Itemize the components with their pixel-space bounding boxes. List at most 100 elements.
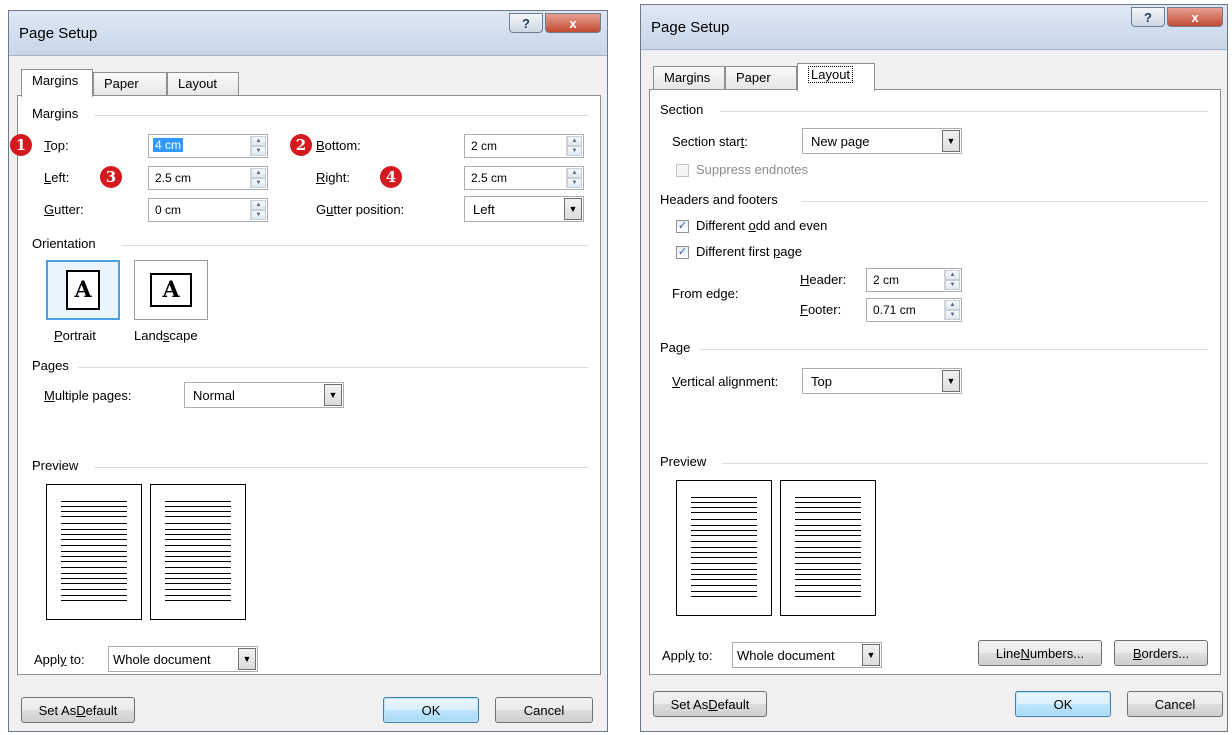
group-divider [78,367,588,368]
borders-button[interactable]: Borders... [1114,640,1208,666]
text-line [61,600,127,601]
help-button[interactable]: ? [509,13,543,33]
callout-badge-2: 2 [290,134,312,156]
up-arrow-icon[interactable]: ▲ [251,200,266,210]
chevron-down-icon[interactable]: ▼ [862,644,880,666]
text-line [61,561,127,562]
landscape-option[interactable]: A [134,260,208,320]
up-arrow-icon[interactable]: ▲ [251,136,266,146]
text-line [795,535,861,536]
set-as-default-button[interactable]: Set As Default [653,691,767,717]
text-line [165,501,231,502]
down-arrow-icon[interactable]: ▼ [251,210,266,220]
close-button[interactable]: x [1167,7,1223,27]
tab-paper[interactable]: Paper [93,72,167,96]
set-as-default-button[interactable]: Set As Default [21,697,135,723]
text-line [165,556,231,557]
header-distance-spinner[interactable]: 2 cm ▲ ▼ [866,268,962,292]
up-arrow-icon[interactable]: ▲ [251,168,266,178]
top-margin-spinner[interactable]: 4 cm ▲ ▼ [148,134,268,158]
preview-page-right [150,484,246,620]
left-margin-spinner[interactable]: 2.5 cm ▲ ▼ [148,166,268,190]
right-margin-spinner[interactable]: 2.5 cm ▲ ▼ [464,166,584,190]
text-line [165,529,231,530]
tab-margins[interactable]: Margins [653,66,725,90]
dialog-title: Page Setup [19,25,98,42]
text-line [61,523,127,524]
preview-group-label: Preview [660,454,707,469]
text-line [795,596,861,597]
close-icon: x [1191,9,1199,25]
down-arrow-icon[interactable]: ▼ [251,146,266,156]
page-group-label: Page [660,340,691,355]
odd-even-checkbox[interactable]: ✓ [676,220,689,233]
line-numbers-button[interactable]: Line Numbers... [978,640,1102,666]
text-line [795,512,861,513]
cancel-button[interactable]: Cancel [495,697,593,723]
group-divider [722,463,1208,464]
apply-to-select[interactable]: Whole document ▼ [732,642,882,668]
up-arrow-icon[interactable]: ▲ [567,168,582,178]
ok-button[interactable]: OK [1015,691,1111,717]
title-bar: Page Setup ? x [641,5,1227,50]
gutter-position-select[interactable]: Left ▼ [464,196,584,222]
footer-distance-spinner[interactable]: 0.71 cm ▲ ▼ [866,298,962,322]
up-arrow-icon[interactable]: ▲ [567,136,582,146]
section-start-select[interactable]: New page ▼ [802,128,962,154]
tab-paper[interactable]: Paper [725,66,797,90]
portrait-page-icon: A [66,270,100,310]
gutter-spinner[interactable]: 0 cm ▲ ▼ [148,198,268,222]
group-divider [94,115,588,116]
up-arrow-icon[interactable]: ▲ [945,270,960,280]
text-line [795,530,861,531]
chevron-down-icon[interactable]: ▼ [238,648,256,670]
right-margin-value: 2.5 cm [471,171,508,185]
suppress-endnotes-checkbox[interactable] [676,164,689,177]
portrait-option[interactable]: A [46,260,120,320]
cancel-button[interactable]: Cancel [1127,691,1223,717]
section-start-label: Section start: [672,134,748,149]
text-line [61,595,127,596]
text-line [795,579,861,580]
chevron-down-icon[interactable]: ▼ [324,384,342,406]
text-line [691,507,757,508]
bottom-margin-spinner[interactable]: 2 cm ▲ ▼ [464,134,584,158]
gutter-position-value: Left [473,202,495,217]
text-line [165,506,231,507]
chevron-down-icon[interactable]: ▼ [942,370,960,392]
tab-layout[interactable]: Layout [167,72,239,96]
down-arrow-icon[interactable]: ▼ [567,178,582,188]
vertical-alignment-label: Vertical alignment: [672,374,779,389]
down-arrow-icon[interactable]: ▼ [251,178,266,188]
text-line [61,583,127,584]
up-arrow-icon[interactable]: ▲ [945,300,960,310]
chevron-down-icon[interactable]: ▼ [564,198,582,220]
vertical-alignment-select[interactable]: Top ▼ [802,368,962,394]
tab-label: Layout [808,66,854,83]
first-page-checkbox[interactable]: ✓ [676,246,689,259]
down-arrow-icon[interactable]: ▼ [567,146,582,156]
apply-to-select[interactable]: Whole document ▼ [108,646,258,672]
help-button[interactable]: ? [1131,7,1165,27]
close-button[interactable]: x [545,13,601,33]
group-divider [122,245,588,246]
text-line [165,595,231,596]
tab-label: Layout [178,76,218,91]
layout-panel: Section Section start: New page ▼ Suppre… [649,89,1221,675]
text-line [795,541,861,542]
ok-button[interactable]: OK [383,697,479,723]
multiple-pages-select[interactable]: Normal ▼ [184,382,344,408]
down-arrow-icon[interactable]: ▼ [945,310,960,320]
tab-layout[interactable]: Layout [797,63,875,91]
vertical-alignment-value: Top [811,374,832,389]
tab-label: Margins [32,73,79,88]
down-arrow-icon[interactable]: ▼ [945,280,960,290]
text-line [795,507,861,508]
text-line [795,497,861,498]
tab-margins[interactable]: Margins [21,69,93,97]
chevron-down-icon[interactable]: ▼ [942,130,960,152]
margins-panel: Margins 1 Top: 4 cm ▲ ▼ 2 Bottom: 2 cm ▲ ▼… [10,95,601,675]
text-line [61,578,127,579]
text-line [165,511,231,512]
page-setup-dialog-margins: Page Setup ? x Margins Paper Layout Marg… [8,10,608,732]
